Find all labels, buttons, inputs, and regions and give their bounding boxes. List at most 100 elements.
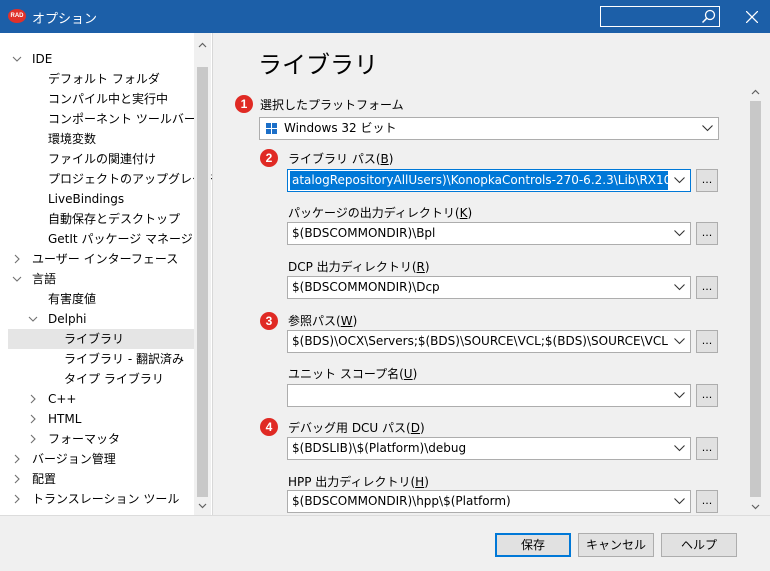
tree-item-label: Delphi bbox=[48, 312, 87, 326]
library-path-combo[interactable]: atalogRepositoryAllUsers)\KonopkaControl… bbox=[287, 169, 691, 192]
hpp-output-combo[interactable]: $(BDSCOMMONDIR)\hpp\$(Platform) bbox=[287, 490, 691, 513]
tree-item[interactable]: C++ bbox=[8, 389, 194, 409]
chevron-down-icon bbox=[674, 445, 685, 452]
cancel-button[interactable]: キャンセル bbox=[578, 533, 654, 557]
tree-item-label: ファイルの関連付け bbox=[48, 152, 157, 166]
hpp-output-browse-button[interactable]: ... bbox=[696, 490, 718, 513]
tree-scrollbar[interactable] bbox=[194, 33, 211, 515]
options-tree[interactable]: IDE デフォルト フォルダ コンパイル中と実行中コンポーネント ツールバー 環境変数… bbox=[0, 33, 213, 515]
tree-item-label: 環境変数 bbox=[48, 132, 97, 146]
package-output-browse-button[interactable]: ... bbox=[696, 222, 718, 245]
scroll-down-icon[interactable] bbox=[198, 501, 207, 510]
tree-item-label: コンパイル中と実行中 bbox=[48, 92, 169, 106]
tree-item[interactable]: 環境変数 bbox=[8, 129, 194, 149]
browsing-path-combo[interactable]: $(BDS)\OCX\Servers;$(BDS)\SOURCE\VCL;$(B… bbox=[287, 330, 691, 353]
platform-label: 選択したプラットフォーム bbox=[260, 98, 404, 112]
tree-item[interactable]: GetIt パッケージ マネージャ bbox=[8, 229, 204, 249]
chevron-down-icon bbox=[702, 125, 713, 132]
tree-item-label: GetIt パッケージ マネージャ bbox=[48, 232, 205, 246]
tree-item[interactable]: ライブラリ - 翻訳済み bbox=[8, 349, 194, 369]
unit-scope-combo[interactable] bbox=[287, 384, 691, 407]
tree-item[interactable]: 配置 bbox=[8, 469, 194, 489]
debug-dcu-combo[interactable]: $(BDSLIB)\$(Platform)\debug bbox=[287, 437, 691, 460]
tree-item[interactable]: 有害度値 bbox=[8, 289, 194, 309]
browsing-path-browse-button[interactable]: ... bbox=[696, 330, 718, 353]
tree-item[interactable]: フォーマッタ bbox=[8, 429, 194, 449]
tree-item[interactable]: ライブラリ bbox=[8, 329, 194, 349]
tree-item[interactable]: プロジェクトのアップグレード bbox=[8, 169, 212, 189]
package-output-label: パッケージの出力ディレクトリ(K) bbox=[288, 206, 473, 220]
tree-item[interactable]: LiveBindings bbox=[8, 189, 194, 209]
tree-item[interactable]: HTML bbox=[8, 409, 194, 429]
tree-item[interactable]: コンパイル中と実行中 bbox=[8, 89, 194, 109]
tree-item[interactable]: Delphi bbox=[8, 309, 194, 329]
scroll-up-icon[interactable] bbox=[751, 88, 760, 97]
tree-item[interactable]: デフォルト フォルダ bbox=[8, 69, 194, 89]
chevron-right-icon[interactable] bbox=[28, 394, 38, 404]
dcp-output-value: $(BDSCOMMONDIR)\Dcp bbox=[292, 280, 440, 294]
tree-item[interactable]: バージョン管理 bbox=[8, 449, 194, 469]
tree-item[interactable]: IDE bbox=[8, 49, 194, 69]
tree-item-label: C++ bbox=[48, 392, 77, 406]
tree-item-label: プロジェクトのアップグレード bbox=[48, 172, 213, 186]
tree-item-label: フォーマッタ bbox=[48, 432, 121, 446]
tree-item[interactable]: 自動保存とデスクトップ bbox=[8, 209, 194, 229]
search-box[interactable] bbox=[600, 6, 720, 27]
tree-item-label: IDE bbox=[32, 52, 53, 66]
tree-item-label: ライブラリ bbox=[64, 332, 125, 346]
chevron-down-icon bbox=[674, 230, 685, 237]
chevron-down-icon bbox=[674, 338, 685, 345]
main-scroll-thumb[interactable] bbox=[750, 101, 761, 497]
chevron-down-icon[interactable] bbox=[28, 314, 38, 324]
unit-scope-label: ユニット スコープ名(U) bbox=[288, 367, 418, 381]
tree-item-label: ユーザー インターフェース bbox=[32, 252, 179, 266]
close-icon bbox=[746, 11, 758, 23]
tree-item[interactable]: タイプ ライブラリ bbox=[8, 369, 194, 389]
chevron-right-icon[interactable] bbox=[12, 454, 22, 464]
debug-dcu-label: デバッグ用 DCU パス(D) bbox=[288, 421, 425, 435]
chevron-right-icon[interactable] bbox=[12, 254, 22, 264]
scroll-up-icon[interactable] bbox=[198, 41, 207, 50]
dcp-output-browse-button[interactable]: ... bbox=[696, 276, 718, 299]
tree-item-label: 自動保存とデスクトップ bbox=[48, 212, 181, 226]
dcp-output-label: DCP 出力ディレクトリ(R) bbox=[288, 260, 430, 274]
package-output-combo[interactable]: $(BDSCOMMONDIR)\Bpl bbox=[287, 222, 691, 245]
scroll-down-icon[interactable] bbox=[751, 502, 760, 511]
tree-item-label: コンポーネント ツールバー bbox=[48, 112, 196, 126]
tree-item-label: HTML bbox=[48, 412, 82, 426]
unit-scope-browse-button[interactable]: ... bbox=[696, 384, 718, 407]
chevron-right-icon[interactable] bbox=[12, 494, 22, 504]
tree-item-label: デフォルト フォルダ bbox=[48, 72, 160, 86]
dcp-output-combo[interactable]: $(BDSCOMMONDIR)\Dcp bbox=[287, 276, 691, 299]
chevron-right-icon[interactable] bbox=[28, 414, 38, 424]
tree-item-label: ライブラリ - 翻訳済み bbox=[64, 352, 184, 366]
tree-item[interactable]: ユーザー インターフェース bbox=[8, 249, 194, 269]
platform-select[interactable]: Windows 32 ビット bbox=[259, 117, 719, 140]
chevron-down-icon[interactable] bbox=[12, 274, 22, 284]
tree-item-label: LiveBindings bbox=[48, 192, 125, 206]
chevron-right-icon[interactable] bbox=[28, 434, 38, 444]
dialog-footer: 保存 キャンセル ヘルプ bbox=[0, 515, 770, 571]
tree-scroll-thumb[interactable] bbox=[197, 67, 208, 497]
tree-item-label: 言語 bbox=[32, 272, 57, 286]
close-button[interactable] bbox=[740, 6, 764, 28]
help-button[interactable]: ヘルプ bbox=[661, 533, 737, 557]
tree-item[interactable]: ファイルの関連付け bbox=[8, 149, 194, 169]
tree-item[interactable]: トランスレーション ツール bbox=[8, 489, 194, 509]
debug-dcu-browse-button[interactable]: ... bbox=[696, 437, 718, 460]
callout-badge-3: 3 bbox=[260, 312, 278, 330]
chevron-right-icon[interactable] bbox=[12, 474, 22, 484]
title-bar: RAD オプション bbox=[0, 0, 770, 33]
tree-item-label: タイプ ライブラリ bbox=[64, 372, 164, 386]
chevron-down-icon bbox=[674, 177, 685, 184]
save-button[interactable]: 保存 bbox=[495, 533, 571, 557]
tree-item[interactable]: 言語 bbox=[8, 269, 194, 289]
callout-badge-4: 4 bbox=[260, 418, 278, 436]
tree-item[interactable]: コンポーネント ツールバー bbox=[8, 109, 196, 129]
library-path-label: ライブラリ パス(B) bbox=[288, 152, 394, 166]
main-scrollbar[interactable] bbox=[747, 85, 764, 515]
callout-badge-1: 1 bbox=[235, 95, 253, 113]
library-path-browse-button[interactable]: ... bbox=[696, 169, 718, 192]
search-icon bbox=[701, 9, 716, 24]
chevron-down-icon[interactable] bbox=[12, 54, 22, 64]
